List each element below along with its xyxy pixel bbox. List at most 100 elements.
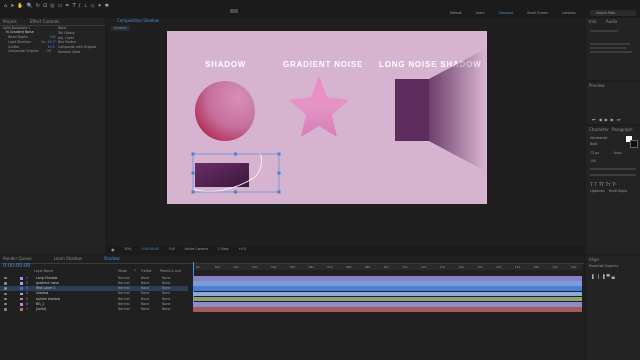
composition-tab[interactable]: Composition Shadow (117, 19, 159, 23)
zoom-dropdown[interactable]: 50% (125, 247, 132, 252)
timeline-timecode[interactable]: 0:00:00:00 (3, 264, 30, 269)
col-t[interactable]: T (134, 269, 136, 273)
snapping-toggle[interactable] (230, 9, 238, 13)
layer-duration-bar[interactable] (193, 291, 582, 297)
home-icon[interactable]: ⌂ (4, 3, 7, 9)
label-color-swatch[interactable] (20, 303, 23, 306)
layer-trkmat-dropdown[interactable]: None (141, 297, 149, 301)
layer-row[interactable]: 5 sphere shadow Normal None None (0, 297, 188, 302)
all-caps-icon[interactable]: TT (599, 182, 604, 188)
layer-mode-dropdown[interactable]: Normal (118, 281, 130, 285)
align-left-icon[interactable]: ▌ (592, 274, 595, 280)
quality-dropdown[interactable]: Full (169, 247, 174, 252)
puppet-tool-icon[interactable]: ✱ (105, 3, 109, 9)
character-panel-title[interactable]: Character (589, 128, 609, 132)
selected-rectangle-layer[interactable] (191, 152, 281, 194)
pan-behind-icon[interactable]: ◎ (50, 3, 54, 9)
paragraph-panel-title[interactable]: Paragraph (612, 128, 633, 132)
snapshot-icon[interactable]: ◉ (111, 248, 115, 252)
layer-parent-dropdown[interactable]: None (162, 302, 170, 306)
layer-parent-dropdown[interactable]: None (162, 281, 170, 285)
prop-value[interactable]: Off (47, 50, 52, 53)
option-item[interactable]: Composite with Original (58, 45, 96, 49)
hand-tool-icon[interactable]: ✋ (17, 3, 23, 9)
col-parent[interactable]: Parent & Link (160, 269, 181, 273)
prev-frame-icon[interactable]: ◀ (599, 117, 602, 123)
footer-timecode[interactable]: 0:00:00:00 (142, 247, 159, 252)
layer-parent-dropdown[interactable]: None (162, 286, 170, 290)
layer-name[interactable]: Long Shadow (36, 276, 57, 280)
option-item[interactable]: Adj. Layer (58, 36, 96, 40)
col-trkmat[interactable]: TrkMat (141, 269, 152, 273)
col-layer-name[interactable]: Layer Name (34, 269, 53, 273)
layer-trkmat-dropdown[interactable]: None (141, 286, 149, 290)
next-frame-icon[interactable]: ▶ (611, 117, 614, 123)
label-color-swatch[interactable] (20, 287, 23, 290)
faux-bold-icon[interactable]: T (590, 182, 592, 188)
ligatures-checkbox[interactable]: Ligatures (590, 189, 605, 193)
layer-parent-dropdown[interactable]: None (162, 292, 170, 295)
preview-panel-title[interactable]: Preview (589, 84, 605, 88)
layer-duration-bar[interactable] (193, 276, 582, 281)
layer-name[interactable]: sphere shadow (36, 297, 60, 301)
layer-name[interactable]: gradient noise (36, 281, 59, 285)
layer-trkmat-dropdown[interactable]: None (141, 276, 149, 280)
layer-row[interactable]: 6 BG_1 Normal None None (0, 302, 188, 307)
layer-duration-bar[interactable] (193, 302, 582, 307)
visibility-eye-icon[interactable] (4, 303, 7, 306)
first-frame-icon[interactable]: ⏮ (592, 117, 596, 123)
info-panel-title[interactable]: Info (589, 20, 597, 24)
label-color-swatch[interactable] (20, 277, 23, 280)
layer-row[interactable]: 4 shadow Normal None None (0, 292, 188, 297)
layer-mode-dropdown[interactable]: Normal (118, 297, 130, 301)
layer-row[interactable]: 3 Text Layer 1 Normal None None (0, 286, 188, 291)
effect-title[interactable]: fx Gradient Noise (6, 30, 34, 34)
visibility-eye-icon[interactable] (4, 282, 7, 285)
layer-trkmat-dropdown[interactable]: None (141, 307, 149, 311)
workspace-learn[interactable]: Learn (476, 11, 485, 15)
tab-shadow[interactable]: Shadow (104, 257, 120, 261)
align-bottom-icon[interactable]: ▄ (612, 274, 615, 280)
layer-mode-dropdown[interactable]: Normal (118, 286, 130, 290)
prop-value[interactable]: 100 (50, 35, 56, 39)
option-item[interactable]: Blur Radius (58, 41, 96, 44)
last-frame-icon[interactable]: ⏭ (617, 117, 621, 123)
layer-name[interactable]: Text Layer 1 (36, 286, 55, 290)
camera-tool-icon[interactable]: ⊡ (43, 3, 47, 9)
workspace-small-screen[interactable]: Small Screen (527, 11, 548, 15)
tab-effect-controls[interactable]: Effect Controls (30, 20, 59, 24)
align-right-icon[interactable]: ▐ (602, 274, 605, 280)
workspace-default[interactable]: Default (450, 11, 462, 15)
faux-italic-icon[interactable]: T (594, 182, 596, 188)
layer-row[interactable]: 2 gradient noise Normal None None (0, 281, 188, 286)
rectangle-tool-icon[interactable]: ▭ (58, 3, 63, 9)
visibility-eye-icon[interactable] (4, 292, 7, 295)
layer-trkmat-dropdown[interactable]: None (141, 292, 149, 295)
composition-canvas[interactable]: SHADOW GRADIENT NOISE LONG NOISE SHADOW (167, 31, 487, 204)
long-shadow-shape[interactable] (395, 49, 485, 171)
stamp-tool-icon[interactable]: ⊥ (83, 3, 87, 9)
layer-parent-dropdown[interactable]: None (162, 307, 170, 311)
superscript-icon[interactable]: T¹ (613, 182, 617, 188)
font-style-dropdown[interactable]: Bold (590, 142, 597, 146)
option-item[interactable]: Random Seed (58, 50, 96, 54)
exposure-value[interactable]: +0.0 (238, 247, 246, 252)
zoom-tool-icon[interactable]: 🔍 (27, 3, 33, 9)
layer-row[interactable]: 1 Long Shadow Normal None None (0, 276, 188, 281)
selection-tool-icon[interactable]: ➤ (10, 3, 14, 9)
rotate-tool-icon[interactable]: ↻ (36, 3, 40, 9)
workspace-standard[interactable]: Standard (499, 11, 514, 15)
pen-tool-icon[interactable]: ✒ (65, 3, 69, 9)
small-caps-icon[interactable]: Tт (606, 182, 611, 188)
camera-dropdown[interactable]: Active Camera (184, 247, 207, 252)
option-item[interactable]: Tall Glossy (58, 31, 96, 35)
visibility-eye-icon[interactable] (4, 308, 7, 311)
layer-mode-dropdown[interactable]: Normal (118, 307, 130, 311)
play-icon[interactable]: ▶ (605, 117, 608, 123)
layer-duration-bar[interactable] (193, 296, 582, 302)
align-panel-title[interactable]: Align (589, 258, 599, 262)
layer-parent-dropdown[interactable]: None (162, 297, 170, 301)
align-center-icon[interactable]: ┃ (597, 274, 599, 280)
layer-duration-bar[interactable] (193, 281, 582, 286)
layer-name[interactable]: shadow (36, 292, 48, 295)
